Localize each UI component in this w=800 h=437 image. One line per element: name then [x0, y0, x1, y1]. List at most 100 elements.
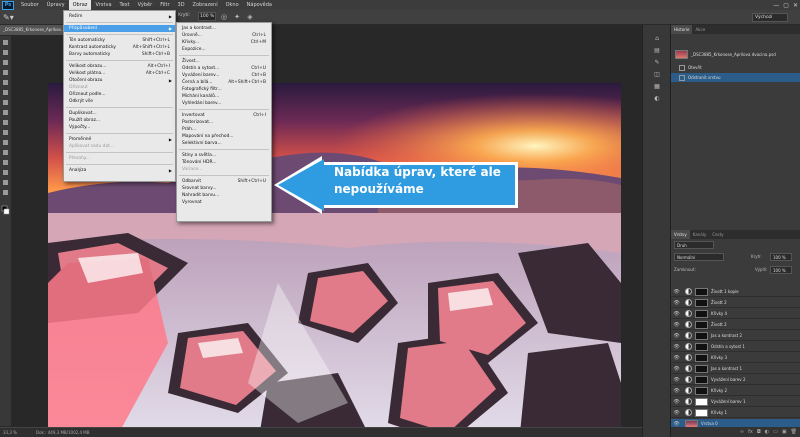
- layer-mask-thumbnail[interactable]: [695, 408, 708, 417]
- menu-item[interactable]: Posterizovat...: [177, 119, 271, 126]
- eye-icon[interactable]: 👁: [673, 300, 680, 306]
- menu-item[interactable]: Barvy automaticky Shift+Ctrl+B: [64, 51, 175, 58]
- document-info[interactable]: Dok.: 449,3 MB/1002,4 MB: [36, 428, 89, 437]
- tab-historie[interactable]: Historie: [671, 25, 693, 34]
- workspace-select[interactable]: Výchozí: [752, 13, 788, 22]
- menu-item[interactable]: Přizpůsobení ▶: [64, 25, 175, 32]
- menu-filtr[interactable]: Filtr: [156, 0, 173, 10]
- adjustment-icon[interactable]: ◐: [765, 427, 769, 437]
- eye-icon[interactable]: 👁: [673, 355, 680, 361]
- folder-icon[interactable]: ▭: [773, 427, 778, 437]
- menu-item[interactable]: Odbarvit Shift+Ctrl+U: [177, 178, 271, 185]
- menu-item[interactable]: Mapování na přechod...: [177, 133, 271, 140]
- layer-row[interactable]: 👁 Vyvážení barev 1: [671, 397, 800, 407]
- layer-row[interactable]: 👁 Odstín a sytost 1: [671, 342, 800, 352]
- mask-icon[interactable]: ◘: [757, 427, 761, 437]
- layer-row[interactable]: 👁 Křivky 2: [671, 386, 800, 396]
- tab-akce[interactable]: Akce: [692, 25, 708, 34]
- layer-row[interactable]: 👁 Křivky 4: [671, 309, 800, 319]
- maximize-button[interactable]: ▢: [783, 2, 789, 9]
- layer-row[interactable]: 👁 Jas a kontrast 1: [671, 364, 800, 374]
- properties-icon[interactable]: ▤: [652, 47, 662, 55]
- menu-item[interactable]: Odstín a sytost... Ctrl+U: [177, 65, 271, 72]
- new-layer-icon[interactable]: ▣: [782, 427, 787, 437]
- layer-row[interactable]: 👁 Vyvážení barev 2: [671, 375, 800, 385]
- layer-mask-thumbnail[interactable]: [695, 342, 708, 351]
- layer-mask-thumbnail[interactable]: [695, 298, 708, 307]
- tab-cesty[interactable]: Cesty: [709, 230, 726, 239]
- menu-item[interactable]: Selektivní barva...: [177, 140, 271, 147]
- menu-3d[interactable]: 3D: [174, 0, 189, 10]
- menu-item[interactable]: Tón automaticky Shift+Ctrl+L: [64, 37, 175, 44]
- menu-vyber[interactable]: Výběr: [134, 0, 157, 10]
- history-snapshot[interactable]: _DSC3885_Krkonose_Aprilova dvacina.psd: [671, 48, 800, 61]
- layer-row[interactable]: 👁 Jas a kontrast 2: [671, 331, 800, 341]
- menu-item[interactable]: Invertovat Ctrl+I: [177, 112, 271, 119]
- menu-item[interactable]: Stíny a světla...: [177, 152, 271, 159]
- menu-item[interactable]: Nahradit barvu...: [177, 192, 271, 199]
- brush-tool-icon[interactable]: ✎▾: [3, 12, 23, 23]
- eye-icon[interactable]: 👁: [673, 388, 680, 394]
- history-state[interactable]: Otevřít: [671, 63, 800, 72]
- clone-icon[interactable]: ◫: [652, 71, 662, 79]
- menu-item[interactable]: Vyhledání barev...: [177, 100, 271, 107]
- menu-napoveda[interactable]: Nápověda: [243, 0, 276, 10]
- menu-item[interactable]: Srovnat barvy...: [177, 185, 271, 192]
- brush-icon[interactable]: ✎: [652, 59, 662, 67]
- menu-item[interactable]: Odkrýt vše: [64, 98, 175, 105]
- eye-icon[interactable]: 👁: [673, 333, 680, 339]
- menu-item[interactable]: Výpočty...: [64, 124, 175, 131]
- layer-mask-thumbnail[interactable]: [695, 287, 708, 296]
- menu-okno[interactable]: Okno: [222, 0, 243, 10]
- eye-icon[interactable]: 👁: [673, 344, 680, 350]
- blend-mode-select[interactable]: Normální: [674, 253, 724, 261]
- menu-item[interactable]: Kontrast automaticky Alt+Shift+Ctrl+L: [64, 44, 175, 51]
- layer-mask-thumbnail[interactable]: [695, 397, 708, 406]
- eye-icon[interactable]: 👁: [673, 377, 680, 383]
- menu-item[interactable]: Míchání kanálů...: [177, 93, 271, 100]
- menu-vrstva[interactable]: Vrstva: [91, 0, 115, 10]
- eye-icon[interactable]: 👁: [673, 366, 680, 372]
- document-tab[interactable]: _DSC3885_Krkonose_Apríkov...: [0, 25, 70, 35]
- layer-row[interactable]: 👁 Živott 1 kopie: [671, 287, 800, 297]
- tab-kanaly[interactable]: Kanály: [690, 230, 709, 239]
- eye-icon[interactable]: 👁: [673, 322, 680, 328]
- menu-soubor[interactable]: Soubor: [17, 0, 43, 10]
- layer-mask-thumbnail[interactable]: [695, 309, 708, 318]
- fill-field[interactable]: 100 %: [770, 266, 792, 274]
- menu-item[interactable]: Analýza ▶: [64, 167, 175, 174]
- pressure-icon[interactable]: ◎: [219, 12, 229, 22]
- menu-item[interactable]: Fotografický filtr...: [177, 86, 271, 93]
- menu-item[interactable]: Živost...: [177, 58, 271, 65]
- tablet-icon[interactable]: ◈: [245, 12, 255, 22]
- menu-item[interactable]: Velikost plátna... Alt+Ctrl+C: [64, 70, 175, 77]
- layer-mask-thumbnail[interactable]: [695, 364, 708, 373]
- menu-item[interactable]: Režim ▶: [64, 13, 175, 20]
- menu-item[interactable]: Tónování HDR...: [177, 159, 271, 166]
- eye-icon[interactable]: 👁: [673, 311, 680, 317]
- menu-item[interactable]: Vyvážení barev... Ctrl+B: [177, 72, 271, 79]
- menu-item[interactable]: Úrovně... Ctrl+L: [177, 32, 271, 39]
- close-button[interactable]: ✕: [793, 2, 798, 9]
- menu-item[interactable]: Vyrovnat: [177, 199, 271, 206]
- adjust-icon[interactable]: ◐: [652, 95, 662, 103]
- fx-icon[interactable]: fx: [748, 427, 753, 437]
- tab-vrstvy[interactable]: Vrstvy: [671, 230, 690, 239]
- opacity-field[interactable]: 100 %: [198, 12, 216, 21]
- menu-zobrazeni[interactable]: Zobrazení: [189, 0, 222, 10]
- history-icon[interactable]: ⌂: [652, 35, 662, 43]
- menu-obraz[interactable]: Obraz: [68, 0, 92, 10]
- menu-text[interactable]: Text: [116, 0, 134, 10]
- link-icon[interactable]: ∞: [740, 427, 744, 437]
- layer-row[interactable]: 👁 Křivky 1: [671, 408, 800, 418]
- layer-row[interactable]: 👁 Živott 2: [671, 298, 800, 308]
- trash-icon[interactable]: 🗑: [791, 427, 797, 437]
- eye-icon[interactable]: 👁: [673, 421, 680, 427]
- menu-item[interactable]: Otočení obrazu ▶: [64, 77, 175, 84]
- layer-mask-thumbnail[interactable]: [695, 331, 708, 340]
- layer-mask-thumbnail[interactable]: [695, 375, 708, 384]
- zoom-level[interactable]: 33,3 %: [3, 428, 17, 437]
- menu-item[interactable]: Práh...: [177, 126, 271, 133]
- eye-icon[interactable]: 👁: [673, 410, 680, 416]
- layer-mask-thumbnail[interactable]: [695, 320, 708, 329]
